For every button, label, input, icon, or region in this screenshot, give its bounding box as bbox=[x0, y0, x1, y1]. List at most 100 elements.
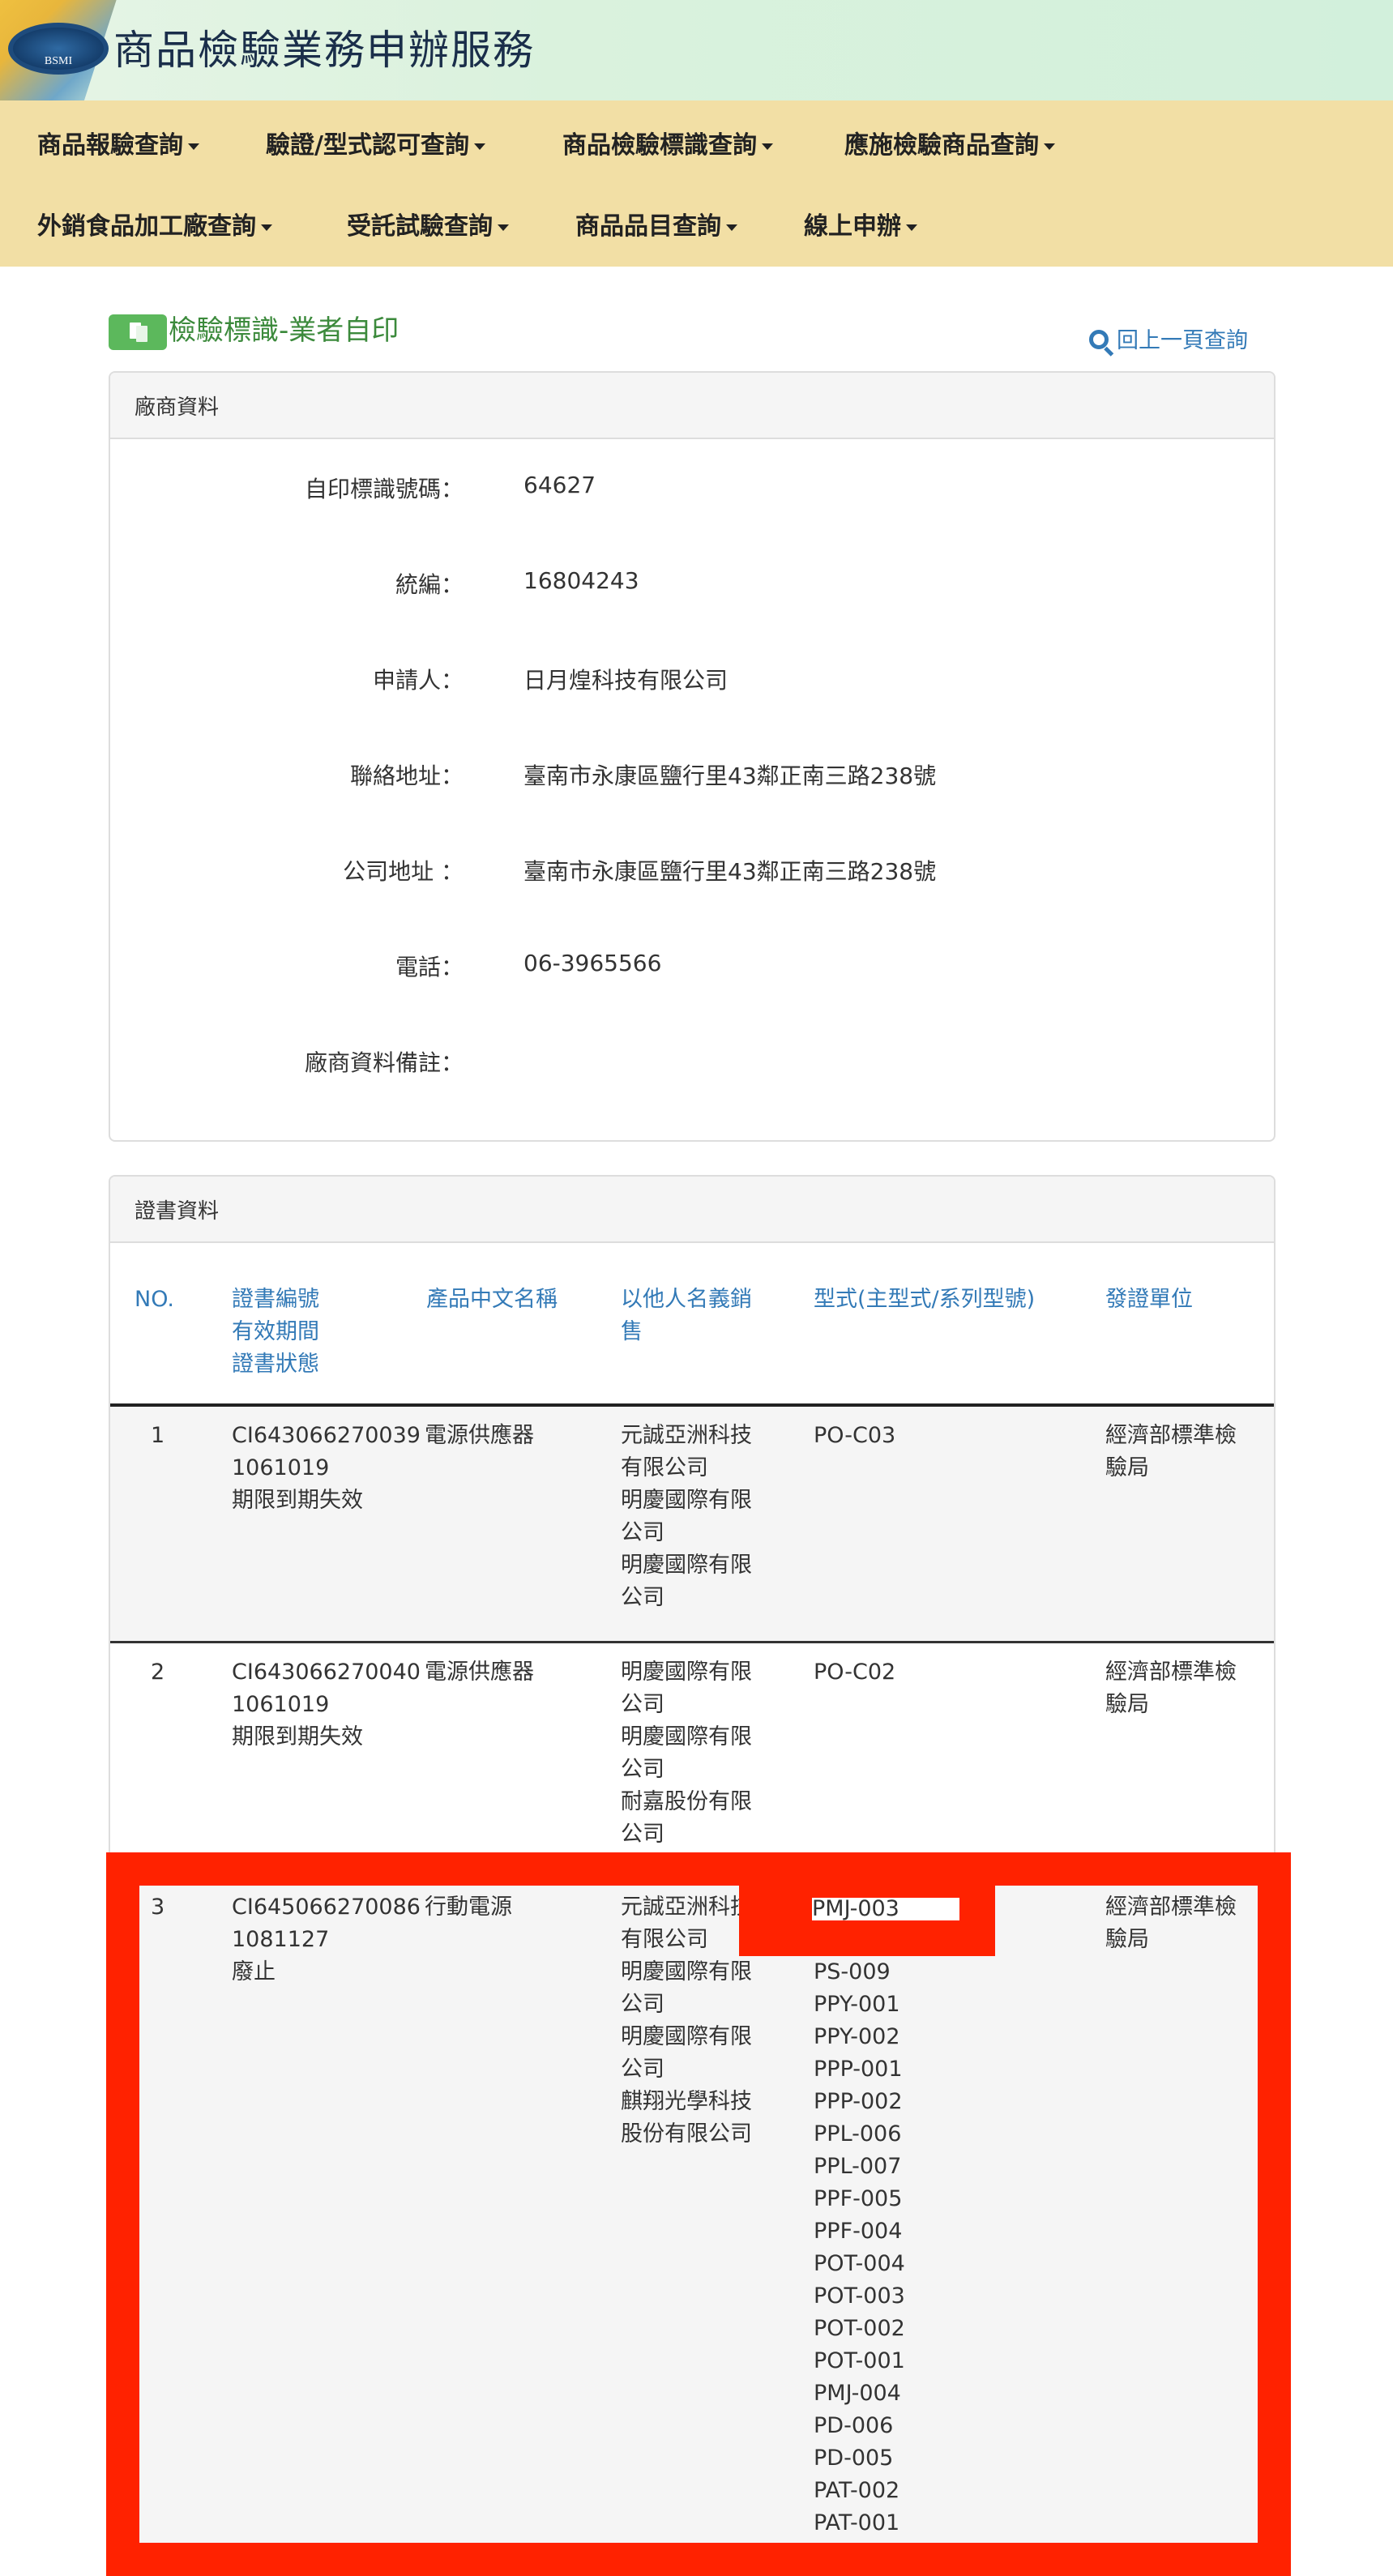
cert-status: 廢止 bbox=[232, 1959, 276, 1984]
panel-title: 廠商資料 bbox=[110, 373, 1274, 439]
model-item: POT-003 bbox=[814, 2283, 905, 2309]
caret-down-icon bbox=[261, 224, 272, 231]
model-item: PMJ-004 bbox=[814, 2381, 901, 2406]
column-header-line: 以他人名義銷 bbox=[621, 1287, 752, 1312]
documents-icon bbox=[109, 314, 167, 350]
site-title[interactable]: 商品檢驗業務申辦服務 bbox=[113, 18, 535, 76]
sold-as-line: 公司 bbox=[621, 1822, 664, 1847]
sold-as-line: 明慶國際有限 bbox=[621, 1959, 752, 1984]
issuer: 經濟部標準檢 驗局 bbox=[1105, 1420, 1237, 1485]
product-name: 電源供應器 bbox=[425, 1660, 534, 1685]
nav-menu-label: 商品報驗查詢 bbox=[37, 131, 183, 160]
issuer-line: 驗局 bbox=[1105, 1455, 1149, 1480]
field-label: 電話： bbox=[395, 954, 464, 980]
caret-down-icon bbox=[188, 143, 199, 150]
bsmi-logo[interactable]: BSMI bbox=[0, 0, 122, 100]
model-item: PO-C02 bbox=[814, 1660, 896, 1685]
sold-as-list: 元誠亞洲科技 有限公司 明慶國際有限 公司 明慶國際有限 公司 bbox=[621, 1420, 752, 1614]
model-item: PPY-001 bbox=[814, 1992, 900, 2017]
issuer-line: 經濟部標準檢 bbox=[1105, 1895, 1237, 1920]
sold-as-line: 明慶國際有限 bbox=[621, 1553, 752, 1578]
model-item: PPP-002 bbox=[814, 2089, 903, 2114]
product-name: 電源供應器 bbox=[425, 1423, 534, 1448]
nav-menu-label: 驗證/型式認可查詢 bbox=[266, 131, 469, 160]
row-number: 2 bbox=[151, 1660, 165, 1685]
field-row-phone: 電話： 06-3965566 bbox=[110, 950, 1274, 982]
sold-as-line: 明慶國際有限 bbox=[621, 1724, 752, 1749]
column-header-no[interactable]: NO. bbox=[135, 1284, 174, 1316]
caret-down-icon bbox=[762, 143, 773, 150]
nav-menu-export-food-plants[interactable]: 外銷食品加工廠查詢 bbox=[37, 206, 272, 241]
column-header-sold-as[interactable]: 以他人名義銷 售 bbox=[621, 1284, 752, 1348]
page-title: 檢驗標識-業者自印 bbox=[169, 314, 400, 347]
sold-as-line: 股份有限公司 bbox=[621, 2121, 752, 2147]
cert-number: CI643066270040 bbox=[232, 1660, 421, 1685]
field-value: 臺南市永康區鹽行里43鄰正南三路238號 bbox=[523, 858, 937, 885]
column-header-line: 售 bbox=[621, 1319, 643, 1344]
row-number: 1 bbox=[151, 1423, 165, 1448]
model-item: POT-001 bbox=[814, 2348, 905, 2373]
cert-number: CI643066270039 bbox=[232, 1423, 421, 1448]
column-header-issuer[interactable]: 發證單位 bbox=[1105, 1284, 1193, 1316]
field-label: 公司地址 ： bbox=[343, 858, 464, 885]
field-label: 自印標識號碼： bbox=[304, 476, 464, 502]
model-item: PO-C03 bbox=[814, 1423, 896, 1448]
issuer-line: 驗局 bbox=[1105, 1692, 1149, 1717]
model-item: PD-006 bbox=[814, 2413, 894, 2438]
nav-menu-label: 受託試驗查詢 bbox=[347, 212, 493, 241]
model-item: PPP-001 bbox=[814, 2057, 903, 2082]
table-row: 3 CI645066270086 1081127 廢止 行動電源 元誠亞洲科技 … bbox=[110, 1878, 1274, 2576]
field-row-company-address: 公司地址 ： 臺南市永康區鹽行里43鄰正南三路238號 bbox=[110, 854, 1274, 886]
nav-menu-online-application[interactable]: 線上申辦 bbox=[804, 206, 917, 241]
nav-menu-certification[interactable]: 驗證/型式認可查詢 bbox=[266, 125, 485, 160]
column-header-cert[interactable]: 證書編號 有效期間 證書狀態 bbox=[232, 1284, 319, 1381]
model-item: PPL-006 bbox=[814, 2121, 902, 2147]
row-number: 3 bbox=[151, 1895, 165, 1920]
column-header-product[interactable]: 產品中文名稱 bbox=[426, 1284, 558, 1316]
sold-as-line: 元誠亞洲科技 bbox=[621, 1895, 752, 1920]
model-item: POT-002 bbox=[814, 2316, 905, 2341]
nav-menu-product-items[interactable]: 商品品目查詢 bbox=[575, 206, 737, 241]
issuer: 經濟部標準檢 驗局 bbox=[1105, 1891, 1237, 1956]
issuer: 經濟部標準檢 驗局 bbox=[1105, 1656, 1237, 1721]
main-nav: 商品報驗查詢 驗證/型式認可查詢 商品檢驗標識查詢 應施檢驗商品查詢 外銷食品加… bbox=[0, 100, 1393, 267]
field-row-applicant: 申請人： 日月煌科技有限公司 bbox=[110, 663, 1274, 695]
nav-menu-commissioned-tests[interactable]: 受託試驗查詢 bbox=[347, 206, 509, 241]
issuer-line: 經濟部標準檢 bbox=[1105, 1423, 1237, 1448]
nav-menu-inspection-report[interactable]: 商品報驗查詢 bbox=[37, 125, 199, 160]
cert-info: CI645066270086 1081127 廢止 bbox=[232, 1891, 421, 1989]
caret-down-icon bbox=[1044, 143, 1055, 150]
cert-validity: 1061019 bbox=[232, 1692, 330, 1717]
nav-menu-label: 線上申辦 bbox=[804, 212, 901, 241]
sold-as-line: 明慶國際有限 bbox=[621, 1488, 752, 1513]
highlighted-model: PMJ-003 bbox=[812, 1896, 899, 1921]
field-value: 64627 bbox=[523, 472, 596, 498]
certificate-panel: 證書資料 NO. 證書編號 有效期間 證書狀態 產品中文名稱 以他人名義銷 售 … bbox=[109, 1175, 1275, 2576]
nav-menu-regulated-products[interactable]: 應施檢驗商品查詢 bbox=[844, 125, 1055, 160]
cert-info: CI643066270039 1061019 期限到期失效 bbox=[232, 1420, 421, 1517]
sold-as-line: 公司 bbox=[621, 1520, 664, 1545]
field-label: 統編： bbox=[395, 571, 464, 598]
model-item: PAT-001 bbox=[814, 2510, 900, 2535]
sheet-shape bbox=[136, 326, 147, 342]
nav-menu-inspection-mark[interactable]: 商品檢驗標識查詢 bbox=[562, 125, 773, 160]
nav-menu-label: 商品檢驗標識查詢 bbox=[562, 131, 757, 160]
back-link-label: 回上一頁查詢 bbox=[1117, 328, 1248, 353]
sold-as-line: 有限公司 bbox=[621, 1927, 708, 1952]
field-label: 申請人： bbox=[372, 667, 464, 694]
model-item: PAT-002 bbox=[814, 2478, 900, 2503]
table-row: 2 CI643066270040 1061019 期限到期失效 電源供應器 明慶… bbox=[110, 1643, 1274, 1878]
cert-validity: 1061019 bbox=[232, 1455, 330, 1480]
sold-as-line: 公司 bbox=[621, 2057, 664, 2082]
cert-status: 期限到期失效 bbox=[232, 1724, 363, 1749]
sold-as-line: 明慶國際有限 bbox=[621, 2024, 752, 2049]
model-list: PO-C03 bbox=[814, 1420, 895, 1452]
issuer-line: 經濟部標準檢 bbox=[1105, 1660, 1237, 1685]
model-item: PPL-007 bbox=[814, 2154, 902, 2179]
sold-as-line: 公司 bbox=[621, 1992, 664, 2017]
sold-as-line: 明慶國際有限 bbox=[621, 1660, 752, 1685]
column-header-model[interactable]: 型式(主型式/系列型號) bbox=[814, 1284, 1035, 1316]
product-name: 行動電源 bbox=[425, 1895, 512, 1920]
nav-menu-label: 外銷食品加工廠查詢 bbox=[37, 212, 256, 241]
back-to-query-link[interactable]: 回上一頁查詢 bbox=[1087, 323, 1248, 357]
